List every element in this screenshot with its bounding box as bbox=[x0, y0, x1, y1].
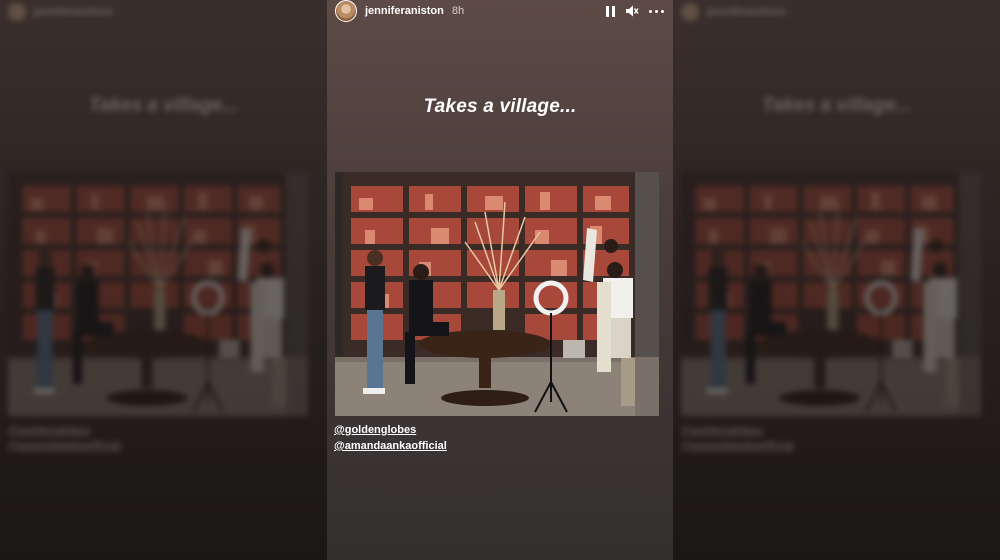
previous-story-preview[interactable]: jenniferaniston Takes a village... @gold… bbox=[0, 0, 327, 560]
mention-goldenglobes[interactable]: @goldenglobes bbox=[334, 424, 416, 436]
story-photo bbox=[335, 172, 659, 416]
next-story-dim bbox=[673, 0, 1000, 560]
mention-amandaankaofficial[interactable]: @amandaankaofficial bbox=[334, 440, 447, 452]
story-viewer[interactable]: jenniferaniston 8h Takes a village... @g… bbox=[327, 0, 673, 560]
previous-story-dim bbox=[0, 0, 327, 560]
more-options-icon[interactable] bbox=[647, 4, 665, 18]
story-timestamp: 8h bbox=[451, 5, 465, 17]
story-controls bbox=[603, 4, 665, 18]
speaker-muted-icon[interactable] bbox=[625, 4, 639, 18]
avatar[interactable] bbox=[335, 0, 357, 22]
pause-icon[interactable] bbox=[603, 4, 617, 18]
story-caption: Takes a village... bbox=[423, 96, 577, 117]
story-header: jenniferaniston 8h bbox=[327, 0, 673, 22]
story-username[interactable]: jenniferaniston bbox=[365, 5, 444, 17]
next-story-preview[interactable]: jenniferaniston Takes a village... @gold… bbox=[673, 0, 1000, 560]
photo-scene bbox=[335, 172, 659, 416]
